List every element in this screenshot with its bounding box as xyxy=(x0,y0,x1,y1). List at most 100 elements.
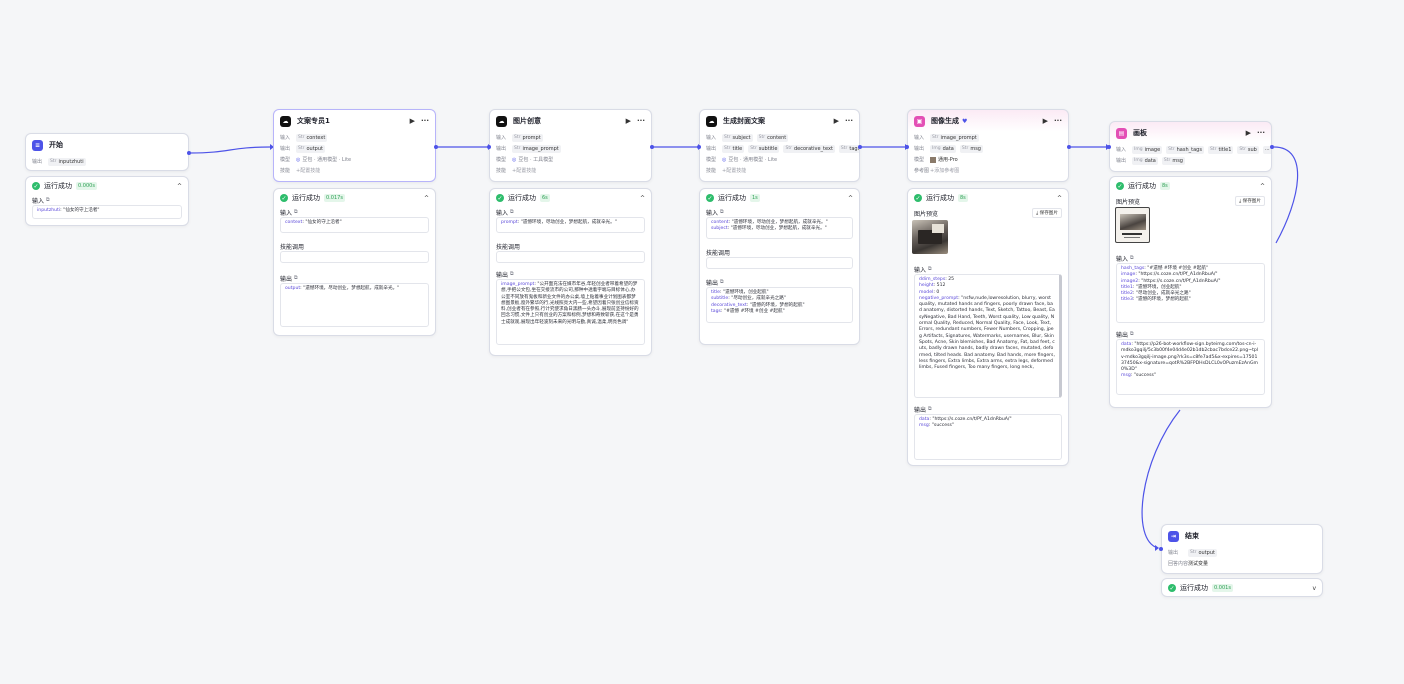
check-icon: ✓ xyxy=(32,182,40,190)
input-box: inputzhuti: "仙女的守上沿者" xyxy=(32,205,182,219)
output-box: data: "https://p26-bot-workflow-sign.byt… xyxy=(1116,339,1265,395)
run-duration: 8s xyxy=(958,194,968,202)
node-title: 生成封面文案 xyxy=(723,117,765,125)
copy-icon[interactable]: ⧉ xyxy=(720,209,724,215)
output-port[interactable] xyxy=(187,151,191,155)
more-icon[interactable]: ··· xyxy=(637,117,645,125)
check-icon: ✓ xyxy=(1116,182,1124,190)
run-duration: 8s xyxy=(1160,182,1170,190)
save-image-button[interactable]: ⤓ 保存图片 xyxy=(1032,208,1062,218)
output-port[interactable] xyxy=(434,145,438,149)
image-creative-node[interactable]: ☁ 图片创意 ▶ ··· 输入 Str prompt 输出 Str image_promp… xyxy=(487,109,654,182)
copy-icon[interactable]: ⧉ xyxy=(1130,255,1134,261)
start-run-result: ✓ 运行成功 0.000s ^ 输入 ⧉ inputzhuti: "仙女的守上沿者" xyxy=(25,176,189,226)
run-icon[interactable]: ▶ xyxy=(410,117,415,125)
run-duration: 0.000s xyxy=(76,182,97,190)
copywriter-run-result: ✓ 运行成功 0.017s ^ 输入 ⧉ context: "仙女的守上沿者" 技能调用… xyxy=(273,188,436,336)
copy-icon[interactable]: ⧉ xyxy=(294,209,298,215)
start-node[interactable]: ≡ 开始 输出 Str inputzhuti xyxy=(25,133,191,171)
output-port[interactable] xyxy=(1270,145,1274,149)
chevron-up-icon[interactable]: ^ xyxy=(640,195,645,202)
end-icon: ⇥ xyxy=(1168,530,1179,542)
add-skill-button[interactable]: +配置技能 xyxy=(722,167,746,174)
skill-call-box xyxy=(706,257,853,269)
save-image-button[interactable]: ⤓ 保存图片 xyxy=(1235,196,1265,206)
param-label: 输出 xyxy=(32,159,43,165)
check-icon: ✓ xyxy=(1168,584,1176,592)
node-title: 画板 xyxy=(1133,129,1147,137)
run-icon[interactable]: ▶ xyxy=(834,117,839,125)
run-duration: 0.017s xyxy=(324,194,345,202)
output-port[interactable] xyxy=(1067,145,1071,149)
model-thumb-icon xyxy=(930,156,936,163)
chevron-up-icon[interactable]: ^ xyxy=(1260,183,1265,190)
section-label: 输入 xyxy=(32,197,45,205)
generated-image-thumbnail[interactable] xyxy=(912,220,948,254)
more-icon[interactable]: ··· xyxy=(421,117,429,125)
node-title: 图像生成 xyxy=(931,117,959,125)
output-box: title: "遗憾环境，创业起航" subtitle: "尽动创业，成就辛光之… xyxy=(706,287,853,323)
chevron-up-icon[interactable]: ^ xyxy=(848,195,853,202)
copy-icon[interactable]: ⧉ xyxy=(294,275,298,281)
input-box: context: "仙女的守上沿者" xyxy=(280,217,429,233)
copywriter-node[interactable]: ☁ 文案专员1 ▶ ··· 输入 Str context 输出 Str output 模型… xyxy=(273,109,438,182)
check-icon: ✓ xyxy=(914,194,922,202)
cover-text-node[interactable]: ☁ 生成封面文案 ▶ ··· 输入 Str subject Str content 输… xyxy=(697,109,862,182)
run-icon[interactable]: ▶ xyxy=(626,117,631,125)
output-box: output: "遗憾环境，尽动创业，梦想起航，成就辛光。" xyxy=(280,283,429,327)
add-skill-button[interactable]: +配置技能 xyxy=(512,167,536,174)
more-icon[interactable]: ··· xyxy=(1054,117,1062,125)
param-tag: Str inputzhuti xyxy=(48,157,86,166)
chevron-down-icon[interactable]: v xyxy=(1312,585,1316,592)
chevron-up-icon[interactable]: ^ xyxy=(424,195,429,202)
chevron-up-icon[interactable]: ^ xyxy=(1057,195,1062,202)
more-icon[interactable]: ··· xyxy=(845,117,853,125)
copy-icon[interactable]: ⧉ xyxy=(928,266,932,272)
run-icon[interactable]: ▶ xyxy=(1043,117,1048,125)
model-icon: ◎ xyxy=(722,156,727,163)
output-box: image_prompt: "公开面充法在媒市年谷,年轻创业者带着希望的梦想,手… xyxy=(496,279,645,345)
canvas-node[interactable]: ▤ 画板 ▶ ··· 输入 Img image Str hash_tags Str ti… xyxy=(1107,121,1274,172)
check-icon: ✓ xyxy=(496,194,504,202)
node-title: 文案专员1 xyxy=(297,117,330,125)
copy-icon[interactable]: ⧉ xyxy=(720,279,724,285)
input-port[interactable] xyxy=(905,145,909,149)
copy-icon[interactable]: ⧉ xyxy=(928,406,932,412)
input-box: ddim_steps: 25 height: 512 model: 0 nega… xyxy=(914,274,1062,398)
run-duration: 1s xyxy=(750,194,760,202)
end-node[interactable]: ⇥ 结束 输出 Str output 回答内容 测试变量 xyxy=(1159,524,1323,574)
canvas-icon: ▤ xyxy=(1116,127,1127,139)
end-run-result: ✓ 运行成功 0.001s v xyxy=(1161,578,1323,597)
output-port[interactable] xyxy=(650,145,654,149)
image-gen-run-result: ✓ 运行成功 8s ^ 图片预览 ⤓ 保存图片 输入 ⧉ ddim_steps: 25 h… xyxy=(907,188,1069,466)
image-gen-node[interactable]: ▣ 图像生成 ♥ ▶ ··· 输入 Str image_prompt 输出 Img da… xyxy=(905,109,1071,182)
run-status: 运行成功 xyxy=(44,182,72,190)
canvas-image-thumbnail[interactable] xyxy=(1115,207,1150,243)
node-title: 开始 xyxy=(49,141,63,149)
input-port[interactable] xyxy=(1107,145,1111,149)
more-icon[interactable]: ··· xyxy=(1257,129,1265,137)
run-duration: 0.001s xyxy=(1212,584,1233,592)
image-creative-run-result: ✓ 运行成功 6s ^ 输入 ⧉ prompt: "遗憾环境，尽动创业，梦想起航，成就辛… xyxy=(489,188,652,356)
output-port[interactable] xyxy=(858,145,862,149)
add-skill-button[interactable]: +配置技能 xyxy=(296,167,320,174)
input-port[interactable] xyxy=(487,145,491,149)
input-port[interactable] xyxy=(697,145,701,149)
check-icon: ✓ xyxy=(280,194,288,202)
llm-icon: ☁ xyxy=(706,115,717,127)
run-icon[interactable]: ▶ xyxy=(1246,129,1251,137)
image-gen-icon: ▣ xyxy=(914,115,925,127)
copy-icon[interactable]: ⧉ xyxy=(1130,331,1134,337)
chevron-up-icon[interactable]: ^ xyxy=(177,183,182,190)
copy-icon[interactable]: ⧉ xyxy=(510,271,514,277)
input-box: prompt: "遗憾环境，尽动创业，梦想起航，成就辛光。" xyxy=(496,217,645,233)
copy-icon[interactable]: ⧉ xyxy=(510,209,514,215)
add-reference-button[interactable]: +添加参考图 xyxy=(930,167,959,174)
llm-icon: ☁ xyxy=(280,115,291,127)
check-icon: ✓ xyxy=(706,194,714,202)
start-icon: ≡ xyxy=(32,139,43,151)
input-port[interactable] xyxy=(1159,547,1163,551)
copy-icon[interactable]: ⧉ xyxy=(46,197,50,203)
cover-text-run-result: ✓ 运行成功 1s ^ 输入 ⧉ content: "遗憾环境，尽动创业，梦想起航，成就… xyxy=(699,188,860,345)
node-title: 结束 xyxy=(1185,532,1199,540)
